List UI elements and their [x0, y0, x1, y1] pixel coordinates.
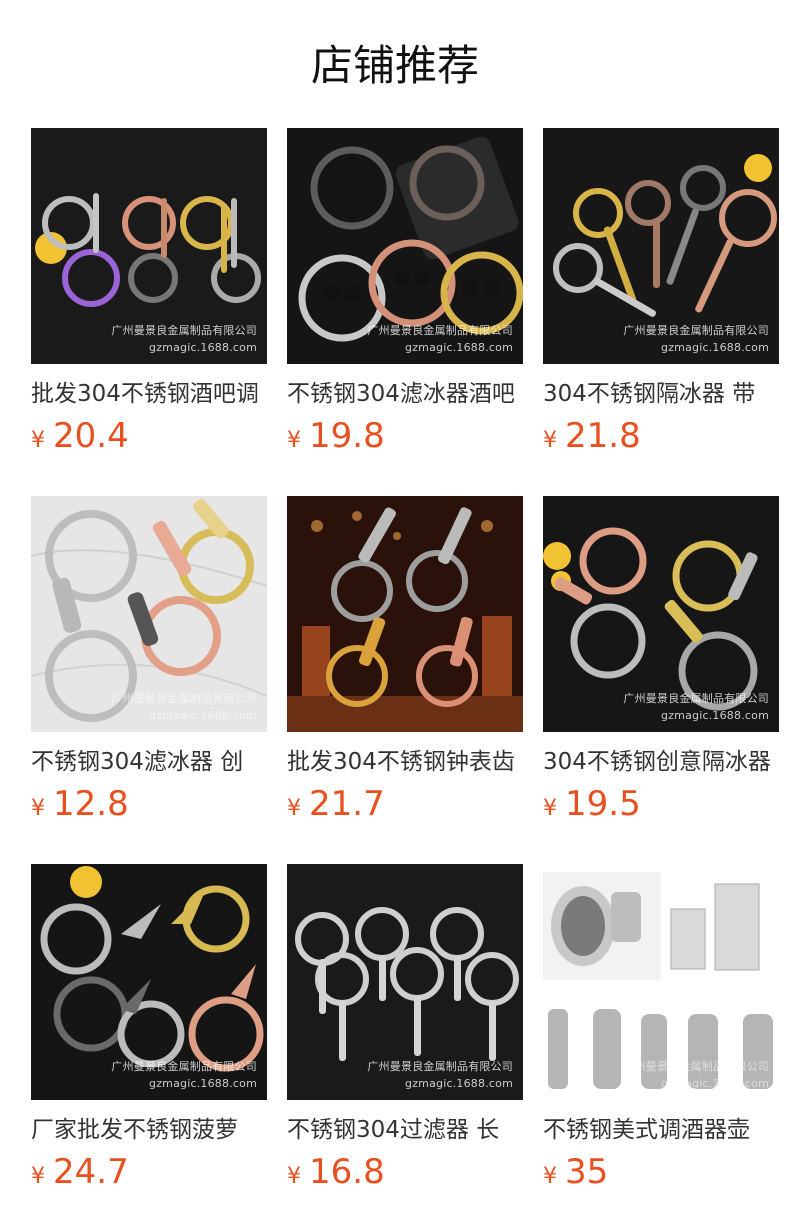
product-image[interactable]: 广州曼景良金属制品有限公司 gzmagic.1688.com — [543, 864, 779, 1100]
watermark: 广州曼景良金属制品有限公司 gzmagic.1688.com — [111, 692, 257, 722]
watermark: 广州曼景良金属制品有限公司 gzmagic.1688.com — [111, 1060, 257, 1090]
product-name[interactable]: 不锈钢304滤冰器 创 — [31, 746, 267, 778]
product-price: ¥24.7 — [31, 1152, 129, 1192]
product-image[interactable]: 广州曼景良金属制品有限公司 gzmagic.1688.com — [31, 496, 267, 732]
product-price: ¥19.5 — [543, 784, 641, 824]
product-card[interactable]: 广州曼景良金属制品有限公司 gzmagic.1688.com 304不锈钢隔冰器 … — [543, 128, 779, 462]
product-image[interactable]: 广州曼景良金属制品有限公司 gzmagic.1688.com — [543, 128, 779, 364]
product-image[interactable]: 广州曼景良金属制品有限公司 gzmagic.1688.com — [31, 864, 267, 1100]
watermark: 广州曼景良金属制品有限公司 gzmagic.1688.com — [623, 324, 769, 354]
product-card[interactable]: 广州曼景良金属制品有限公司 gzmagic.1688.com 不锈钢304过滤器 … — [287, 864, 523, 1198]
product-price: ¥20.4 — [31, 416, 129, 456]
product-card[interactable]: 广州曼景良金属制品有限公司 gzmagic.1688.com 不锈钢304滤冰器酒… — [287, 128, 523, 462]
product-name[interactable]: 批发304不锈钢酒吧调 — [31, 378, 267, 410]
product-name[interactable]: 304不锈钢隔冰器 带 — [543, 378, 779, 410]
watermark: 广州曼景良金属制品有限公司 gzmagic.1688.com — [623, 1060, 769, 1090]
product-name[interactable]: 304不锈钢创意隔冰器 — [543, 746, 779, 778]
product-name[interactable]: 不锈钢美式调酒器壶 — [543, 1114, 779, 1146]
product-card[interactable]: 批发304不锈钢钟表齿 ¥21.7 — [287, 496, 523, 830]
product-card[interactable]: 广州曼景良金属制品有限公司 gzmagic.1688.com 厂家批发不锈钢菠萝 … — [31, 864, 267, 1198]
product-name[interactable]: 不锈钢304滤冰器酒吧 — [287, 378, 523, 410]
product-name[interactable]: 批发304不锈钢钟表齿 — [287, 746, 523, 778]
product-image[interactable]: 广州曼景良金属制品有限公司 gzmagic.1688.com — [287, 128, 523, 364]
product-price: ¥16.8 — [287, 1152, 385, 1192]
watermark: 广州曼景良金属制品有限公司 gzmagic.1688.com — [111, 324, 257, 354]
watermark: 广州曼景良金属制品有限公司 gzmagic.1688.com — [367, 324, 513, 354]
product-image[interactable]: 广州曼景良金属制品有限公司 gzmagic.1688.com — [543, 496, 779, 732]
product-price: ¥12.8 — [31, 784, 129, 824]
product-price: ¥19.8 — [287, 416, 385, 456]
watermark: 广州曼景良金属制品有限公司 gzmagic.1688.com — [367, 1060, 513, 1090]
product-card[interactable]: 广州曼景良金属制品有限公司 gzmagic.1688.com 304不锈钢创意隔冰… — [543, 496, 779, 830]
product-name[interactable]: 厂家批发不锈钢菠萝 — [31, 1114, 267, 1146]
product-image[interactable]: 广州曼景良金属制品有限公司 gzmagic.1688.com — [287, 864, 523, 1100]
product-card[interactable]: 广州曼景良金属制品有限公司 gzmagic.1688.com 批发304不锈钢酒吧… — [31, 128, 267, 462]
watermark: 广州曼景良金属制品有限公司 gzmagic.1688.com — [623, 692, 769, 722]
product-price: ¥35 — [543, 1152, 609, 1192]
page-title: 店铺推荐 — [310, 41, 479, 90]
product-name[interactable]: 不锈钢304过滤器 长 — [287, 1114, 523, 1146]
product-image[interactable]: 广州曼景良金属制品有限公司 gzmagic.1688.com — [31, 128, 267, 364]
product-card[interactable]: 广州曼景良金属制品有限公司 gzmagic.1688.com 不锈钢304滤冰器 … — [31, 496, 267, 830]
product-price: ¥21.8 — [543, 416, 641, 456]
product-image[interactable] — [287, 496, 523, 732]
product-card[interactable]: 广州曼景良金属制品有限公司 gzmagic.1688.com 不锈钢美式调酒器壶 … — [543, 864, 779, 1198]
product-price: ¥21.7 — [287, 784, 385, 824]
